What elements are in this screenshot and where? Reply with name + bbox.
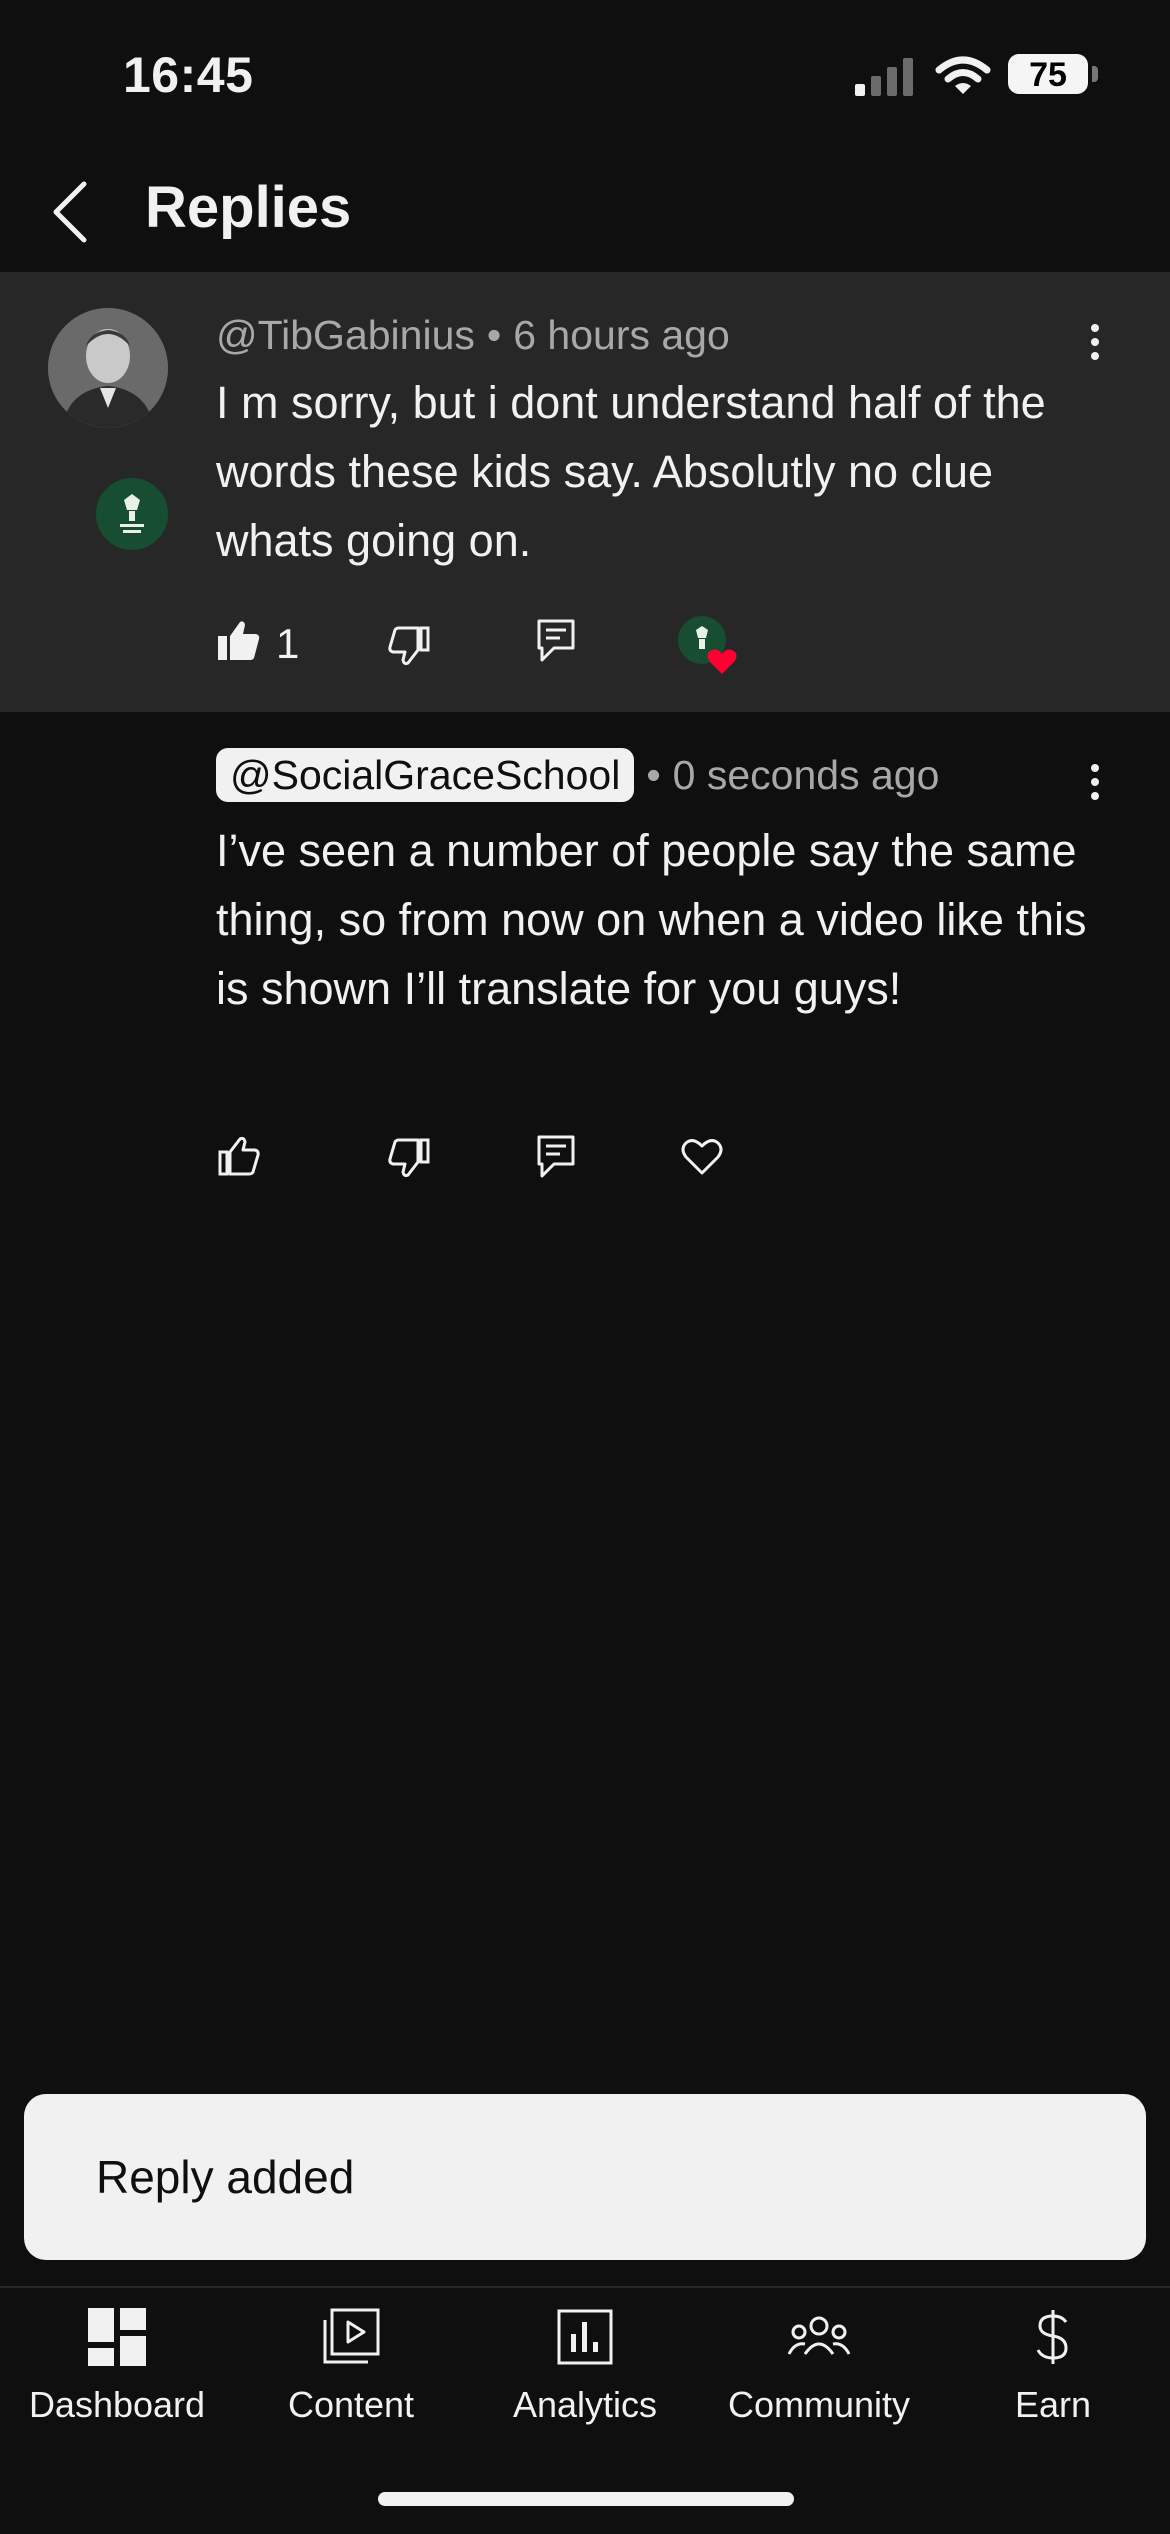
nav-label: Community [727,2384,911,2425]
analytics-icon [557,2309,613,2365]
reply-meta: @SocialGraceSchool • 0 seconds ago [216,748,940,802]
avatar[interactable] [96,478,168,550]
wifi-icon [935,56,991,94]
reply-author[interactable]: @SocialGraceSchool [216,748,635,802]
dislike-icon[interactable] [386,1134,432,1180]
like-count: 1 [276,620,300,667]
snackbar-toast: Reply added [24,2094,1146,2260]
comment-meta: @TibGabinius • 6 hours ago [216,312,730,359]
back-arrow-icon[interactable] [40,172,100,252]
comment-age: 6 hours ago [513,312,730,358]
nav-earn[interactable]: Earn [936,2308,1170,2458]
avatar[interactable] [48,308,168,428]
toast-message: Reply added [96,2151,355,2203]
separator-dot: • [486,312,502,358]
school-logo-icon [96,478,168,550]
creator-heart-icon [678,616,737,674]
like-icon[interactable] [216,1134,262,1180]
nav-content[interactable]: Content [234,2308,468,2458]
nav-analytics[interactable]: Analytics [468,2308,702,2458]
nav-label: Content [287,2384,415,2425]
person-portrait-icon [48,308,168,428]
dashboard-icon [88,2308,146,2366]
like-filled-icon[interactable] [216,618,262,664]
reply-text: I’ve seen a number of people say the sam… [216,825,1087,1014]
community-icon [787,2316,851,2355]
status-time: 16:45 [123,47,254,103]
page-title: Replies [145,175,352,240]
home-indicator[interactable] [378,2492,794,2506]
dollar-icon [1036,2310,1068,2364]
content-icon [323,2308,380,2364]
battery-icon: 75 [1008,54,1088,94]
parent-comment: @TibGabinius • 6 hours ago I m sorry, but … [0,272,1170,712]
nav-label: Dashboard [28,2384,206,2425]
battery-level: 75 [1029,56,1067,94]
header: Replies [0,150,1170,272]
reply-icon[interactable] [536,1134,576,1180]
comment-author[interactable]: @TibGabinius [216,312,475,358]
nav-community[interactable]: Community [702,2308,936,2458]
separator-dot: • [646,752,661,798]
dislike-icon[interactable] [386,622,432,668]
nav-dashboard[interactable]: Dashboard [0,2308,234,2458]
status-bar: 16:45 75 [0,0,1170,150]
cellular-signal-icon [855,58,913,96]
comment-text: I m sorry, but i dont understand half of… [216,377,1046,566]
more-options-icon[interactable] [1075,758,1115,818]
nav-label: Analytics [512,2384,658,2425]
heart-outline-icon[interactable] [680,1136,724,1176]
battery-cap [1092,66,1098,82]
reply-age: 0 seconds ago [672,752,940,798]
nav-label: Earn [1014,2384,1092,2425]
reply-icon[interactable] [536,618,576,664]
